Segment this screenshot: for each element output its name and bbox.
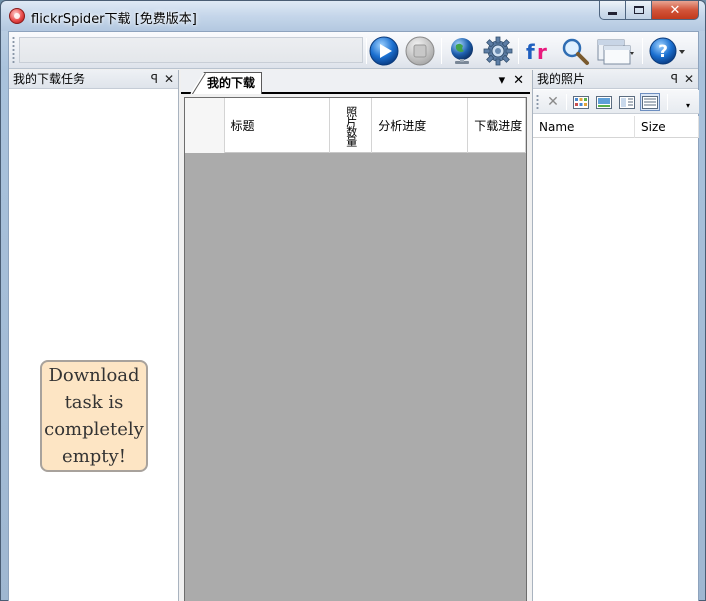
column-header-name[interactable]: Name <box>533 116 635 138</box>
maximize-button[interactable] <box>626 1 652 20</box>
window-layout-button[interactable] <box>595 35 637 67</box>
window-title: flickrSpider下载 [免费版本] <box>31 12 197 27</box>
main-toolbar: f r ? <box>9 32 698 69</box>
close-icon[interactable]: ✕ <box>164 70 174 88</box>
grid-header: 标题 照片数量 分析进度 下载进度 <box>185 98 526 153</box>
my-downloads-document: 我的下载 ▾ ✕ 标题 照片数量 分析进度 下载进度 <box>181 70 530 601</box>
column-header-download-progress[interactable]: 下载进度 <box>468 98 526 153</box>
details-view-button[interactable] <box>640 93 660 111</box>
empty-task-note: Download task is completely empty! <box>40 360 148 472</box>
detail-pane-view-button[interactable] <box>617 93 637 111</box>
toolbar-separator <box>642 38 643 64</box>
stop-icon <box>405 36 435 66</box>
download-tasks-panel: 我的下载任务 ꟼ ✕ Download task is completely e… <box>9 70 179 601</box>
toolbar-grip[interactable] <box>536 94 539 110</box>
search-button[interactable] <box>559 35 591 67</box>
my-photos-panel: 我的照片 ꟼ ✕ ✕ ▾ Name Size <box>532 70 699 601</box>
toolbar-separator <box>667 94 668 110</box>
photos-list-header: Name Size <box>533 116 699 138</box>
column-header-title[interactable]: 标题 <box>225 98 331 153</box>
play-button[interactable] <box>368 35 400 67</box>
gear-icon <box>483 36 513 66</box>
pin-icon[interactable]: ꟼ <box>671 70 678 88</box>
close-icon[interactable]: ✕ <box>684 70 694 88</box>
toolbar-overflow-button[interactable]: ▾ <box>681 100 695 112</box>
tab-label: 我的下载 <box>207 76 256 90</box>
empty-message: Download task is completely empty! <box>44 365 144 467</box>
help-icon: ? <box>649 37 685 65</box>
toolbar-separator <box>518 38 519 64</box>
minimize-icon <box>608 11 617 15</box>
panel-title: 我的照片 <box>537 72 586 86</box>
toolbar-separator <box>366 38 367 64</box>
tab-close-icon[interactable]: ✕ <box>513 73 524 88</box>
maximize-icon <box>633 6 644 14</box>
globe-icon <box>451 38 473 64</box>
play-icon <box>369 36 399 66</box>
magnifier-icon <box>562 38 589 65</box>
toolbar-separator <box>441 38 442 64</box>
client-area: f r ? 我的下载任务 ꟼ ✕ Download task is comple… <box>8 31 699 601</box>
column-header-size[interactable]: Size <box>635 116 699 138</box>
my-photos-header: 我的照片 ꟼ ✕ <box>533 70 698 89</box>
help-button[interactable]: ? <box>647 35 689 67</box>
svg-text:?: ? <box>658 42 668 62</box>
globe-button[interactable] <box>446 35 478 67</box>
column-header-photo-count[interactable]: 照片数量 <box>330 98 373 153</box>
url-input[interactable] <box>19 37 363 63</box>
close-button[interactable]: ✕ <box>652 1 699 20</box>
window-icon <box>597 39 634 65</box>
details-list-icon <box>642 95 658 109</box>
filmstrip-view-icon <box>596 95 612 109</box>
row-header-corner[interactable] <box>185 98 225 153</box>
column-label: 照片数量 <box>344 105 358 146</box>
toolbar-separator <box>566 94 567 110</box>
overflow-chevron-icon: ▾ <box>685 101 690 110</box>
stop-button[interactable] <box>404 35 436 67</box>
svg-text:f: f <box>526 40 535 64</box>
app-icon <box>9 8 25 24</box>
photos-toolbar: ✕ ▾ <box>533 90 699 114</box>
tab-my-downloads[interactable]: 我的下载 <box>190 72 263 94</box>
tab-dropdown-icon[interactable]: ▾ <box>499 73 506 88</box>
delete-button[interactable]: ✕ <box>543 93 563 111</box>
filmstrip-view-button[interactable] <box>594 93 614 111</box>
thumbnails-view-button[interactable] <box>571 93 591 111</box>
thumbnails-view-icon <box>573 95 589 109</box>
column-header-analysis-progress[interactable]: 分析进度 <box>372 98 469 153</box>
minimize-button[interactable] <box>599 1 626 20</box>
pin-icon[interactable]: ꟼ <box>151 70 158 88</box>
close-icon: ✕ <box>669 2 681 18</box>
app-window: flickrSpider下载 [免费版本] ✕ f r ? 我的下载任务 ꟼ ✕… <box>0 0 706 601</box>
toolbar-grip[interactable] <box>12 36 15 64</box>
delete-x-icon: ✕ <box>547 94 559 110</box>
settings-button[interactable] <box>482 35 514 67</box>
document-tab-strip: 我的下载 ▾ ✕ <box>181 70 530 94</box>
download-tasks-header: 我的下载任务 ꟼ ✕ <box>9 70 178 89</box>
detail-pane-icon <box>619 95 635 109</box>
title-bar[interactable]: flickrSpider下载 [免费版本] ✕ <box>1 1 705 31</box>
downloads-grid[interactable]: 标题 照片数量 分析进度 下载进度 <box>184 97 527 601</box>
panel-title: 我的下载任务 <box>13 72 86 86</box>
flickr-icon: f r <box>526 40 547 64</box>
flickr-button[interactable]: f r <box>523 35 555 67</box>
svg-text:r: r <box>537 40 547 64</box>
caption-buttons: ✕ <box>599 1 699 21</box>
